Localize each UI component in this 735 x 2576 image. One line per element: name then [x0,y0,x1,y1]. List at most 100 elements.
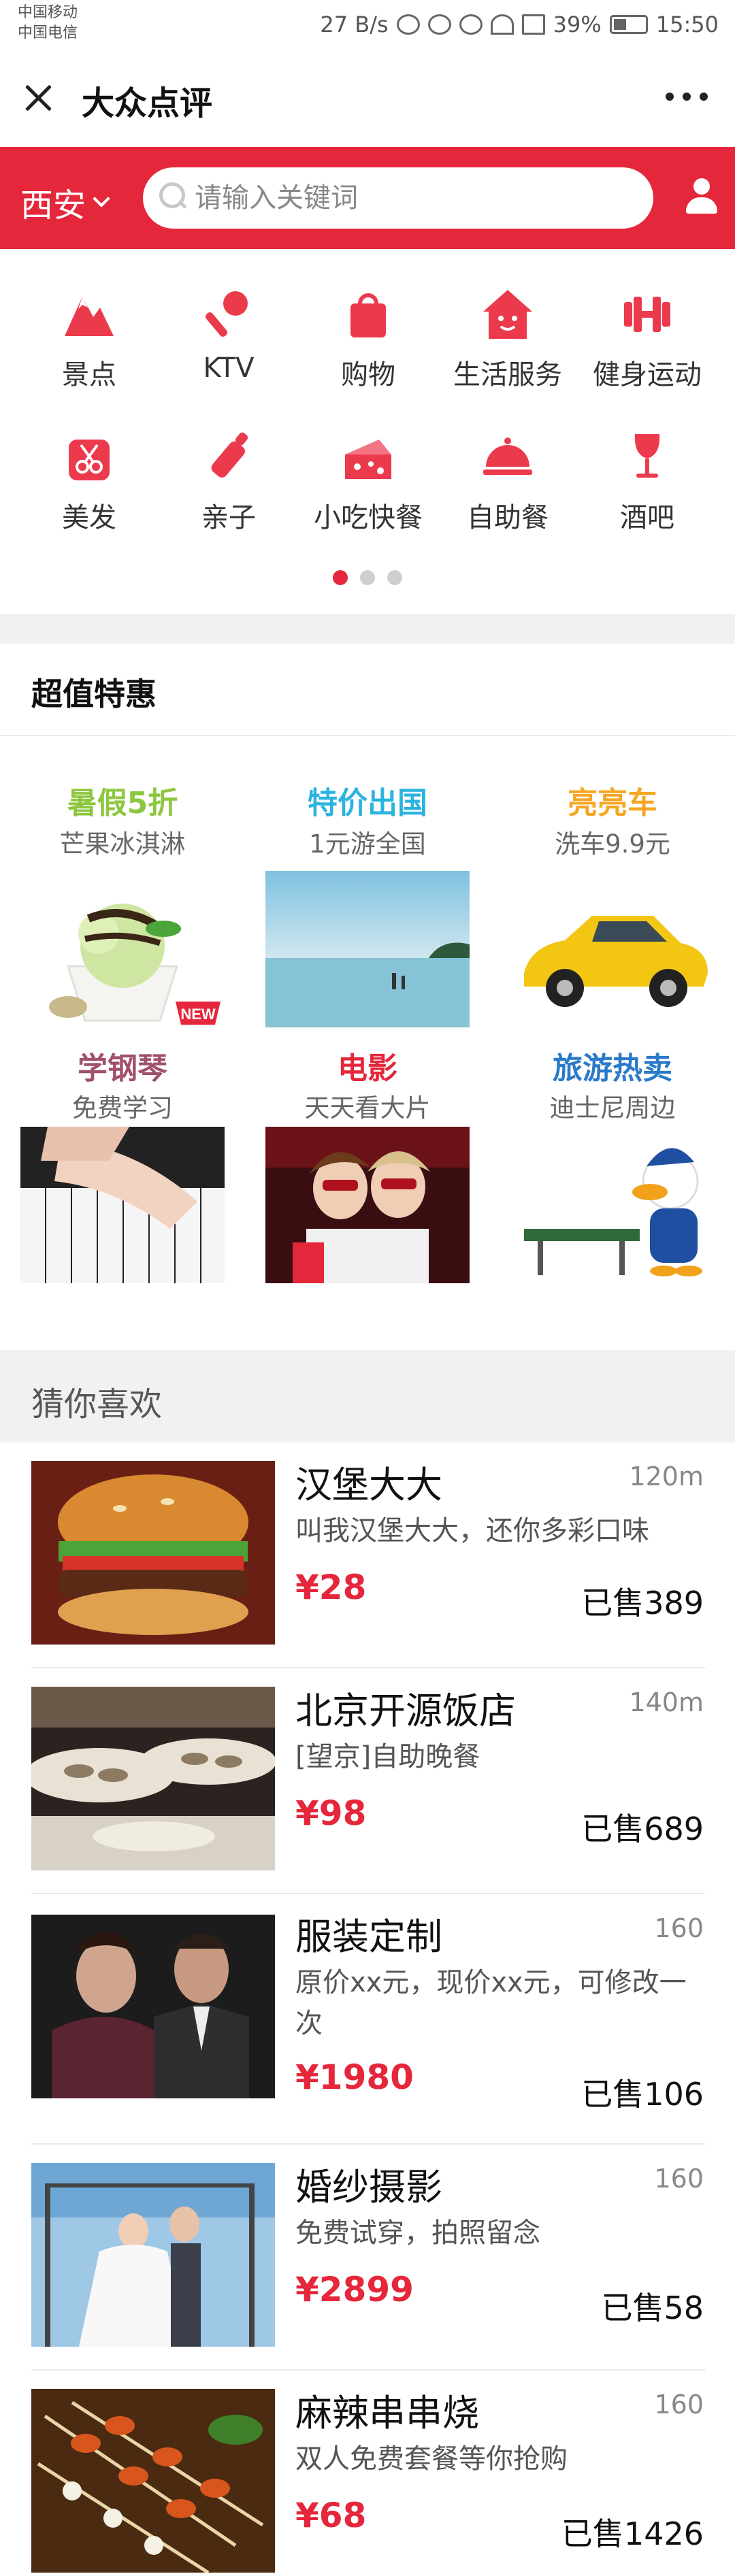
item-description: 免费试穿，拍照留念 [295,2217,540,2249]
deal-card[interactable]: 旅游热卖 迪士尼周边 [490,1044,735,1330]
category-label: 酒吧 [620,502,674,533]
category-label: 小吃快餐 [314,502,423,533]
item-name: 麻辣串串烧 [295,2392,479,2434]
category-item[interactable]: 健身运动 [576,249,719,391]
more-options-icon[interactable] [666,93,708,101]
category-row-2: 美发 亲子 小吃快餐 自助餐 酒吧 [0,392,735,533]
new-badge: NEW [180,1006,216,1023]
item-sold: 已售58 [601,2290,704,2326]
category-item[interactable]: 小吃快餐 [297,392,440,533]
status-bar: 中国移动 中国电信 27 B/s 39% 15:50 [0,0,735,48]
category-label: 景点 [62,359,116,391]
guess-title: 猜你喜欢 [31,1385,163,1423]
buffet-image [31,1687,275,1870]
category-item[interactable]: 酒吧 [576,392,719,533]
category-label: 购物 [341,359,395,391]
item-distance: 160 [654,2390,704,2420]
page-dot-active[interactable] [333,570,348,585]
donald-duck-image [510,1127,715,1283]
item-sold: 已售689 [581,1811,704,1847]
deal-subtitle: 1元游全国 [309,829,426,859]
category-item[interactable]: 生活服务 [436,249,579,391]
cheese-icon [341,430,395,484]
close-icon[interactable] [20,80,56,115]
skewer-image [31,2389,275,2573]
category-item[interactable]: 美发 [18,392,161,533]
guess-header: 猜你喜欢 [0,1350,735,1442]
burger-image [31,1461,275,1645]
item-distance: 140m [629,1687,704,1717]
carrier-info: 中国移动 中国电信 [18,3,78,44]
suit-image [31,1915,275,2098]
category-item[interactable]: 亲子 [157,392,300,533]
house-icon [480,287,535,342]
list-item[interactable]: 北京开源饭店 140m [望京]自助晚餐 ¥98 已售689 [0,1668,735,1894]
deal-card[interactable]: 特价出国 1元游全国 [245,736,490,1027]
search-input[interactable] [195,167,637,229]
list-item[interactable]: 麻辣串串烧 160 双人免费套餐等你抢购 ¥68 已售1426 [0,2371,735,2576]
dumbbell-icon [620,287,674,342]
net-speed: 27 B/s [320,12,389,37]
ice-cream-image: NEW [20,871,225,1027]
deal-title: 暑假5折 [67,786,178,821]
item-description: [望京]自助晚餐 [295,1741,480,1772]
carrier-1: 中国移动 [18,4,78,21]
item-sold: 已售1426 [561,2515,704,2552]
deal-card[interactable]: 电影 天天看大片 [245,1044,490,1330]
battery-percent: 39% [553,12,602,37]
category-label: KTV [203,352,255,384]
item-distance: 160 [654,2164,704,2194]
deal-subtitle: 洗车9.9元 [555,829,670,859]
city-label: 西安 [20,186,86,225]
deal-subtitle: 芒果冰淇淋 [59,829,186,859]
list-item[interactable]: 服装定制 160 原价xx元，现价xx元，可修改一次 ¥1980 已售106 [0,1894,735,2145]
item-price: ¥98 [295,1794,367,1833]
list-item[interactable]: 婚纱摄影 160 免费试穿，拍照留念 ¥2899 已售58 [0,2145,735,2371]
title-bar: 大众点评 [0,48,735,147]
deal-card[interactable]: 暑假5折 芒果冰淇淋 NEW [0,736,245,1027]
item-description: 双人免费套餐等你抢购 [295,2443,568,2475]
deals-title: 超值特惠 [31,676,157,712]
item-price: ¥1980 [295,2058,414,2097]
baby-bottle-icon [201,430,256,484]
wine-glass-icon [620,430,674,484]
deal-card[interactable]: 亮亮车 洗车9.9元 [490,736,735,1027]
search-icon [159,182,189,212]
deal-subtitle: 免费学习 [72,1093,173,1123]
eye-icon [459,14,483,35]
item-name: 婚纱摄影 [295,2166,442,2209]
item-sold: 已售106 [581,2076,704,2113]
item-price: ¥28 [295,1568,367,1607]
deal-title: 亮亮车 [568,786,657,821]
category-item[interactable]: KTV [157,249,300,385]
piano-image [20,1127,225,1283]
deals-grid: 暑假5折 芒果冰淇淋 NEW 特价出国 1元游全国 亮亮车 洗车9.9元 学钢琴… [0,736,735,1350]
search-box[interactable] [143,167,653,229]
list-item[interactable]: 汉堡大大 120m 叫我汉堡大大，还你多彩口味 ¥28 已售389 [0,1442,735,1668]
item-name: 北京开源饭店 [295,1689,516,1732]
deals-header: 超值特惠 [0,644,735,736]
category-item[interactable]: 景点 [18,249,161,391]
city-selector[interactable]: 西安 [20,178,110,226]
category-item[interactable]: 购物 [297,249,440,391]
deal-title: 学钢琴 [78,1051,167,1086]
page-dot[interactable] [360,570,375,585]
user-icon[interactable] [686,178,717,215]
signal-icon [521,14,545,35]
category-item[interactable]: 自助餐 [436,392,579,533]
item-sold: 已售389 [581,1585,704,1621]
guess-list: 汉堡大大 120m 叫我汉堡大大，还你多彩口味 ¥28 已售389 北京开源饭店… [0,1442,735,2576]
deal-title: 特价出国 [308,786,427,821]
item-price: ¥2899 [295,2270,414,2309]
category-grid: 景点 KTV 购物 生活服务 健身运动 美发 亲子 小吃快餐 自助餐 酒吧 [0,249,735,614]
wifi-icon [490,14,514,35]
item-distance: 160 [654,1913,704,1943]
clock: 15:50 [655,12,719,37]
section-divider [0,614,735,644]
wedding-photo-image [31,2163,275,2347]
page-dot[interactable] [387,570,402,585]
scissors-icon [62,430,116,484]
movie-image [265,1127,470,1283]
deal-card[interactable]: 学钢琴 免费学习 [0,1044,245,1330]
shopping-bag-icon [341,287,395,342]
